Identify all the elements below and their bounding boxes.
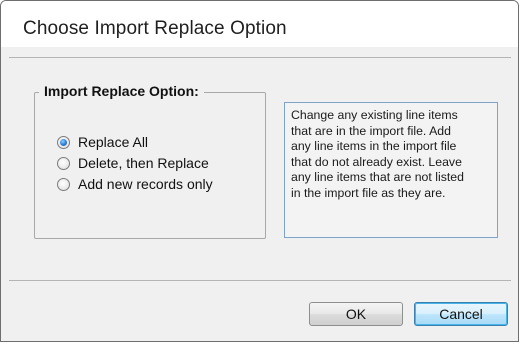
radio-button[interactable] [57, 177, 70, 191]
cancel-button[interactable]: Cancel [414, 302, 508, 326]
radio-label-delete-then-replace: Delete, then Replace [78, 155, 209, 171]
radio-add-new-records-only[interactable]: Add new records only [57, 175, 213, 193]
radio-delete-then-replace[interactable]: Delete, then Replace [57, 154, 209, 172]
option-description-box: Change any existing line items that are … [284, 102, 498, 238]
radio-selected-dot [60, 138, 67, 146]
dialog-title: Choose Import Replace Option [23, 18, 287, 39]
radio-replace-all[interactable]: Replace All [57, 133, 148, 151]
ok-button[interactable]: OK [309, 302, 403, 326]
option-description-text: Change any existing line items that are … [291, 108, 464, 200]
radio-label-add-new-records-only: Add new records only [78, 176, 213, 192]
radio-button[interactable] [57, 156, 70, 170]
radio-label-replace-all: Replace All [78, 134, 149, 150]
top-divider [9, 57, 511, 58]
group-legend: Import Replace Option: [39, 83, 204, 99]
radio-button-selected[interactable] [57, 135, 70, 149]
title-bar: Choose Import Replace Option [1, 1, 518, 47]
dialog-window: Choose Import Replace Option Import Repl… [0, 0, 519, 342]
bottom-divider [9, 280, 511, 281]
